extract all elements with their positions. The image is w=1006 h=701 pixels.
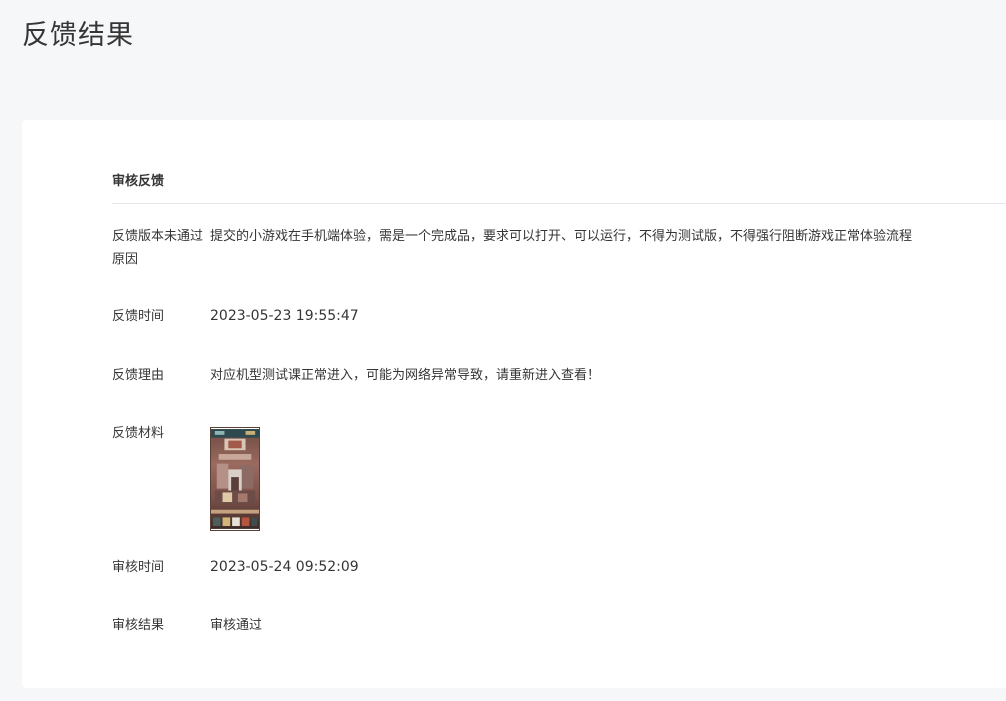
row-label-review-time: 审核时间 [112, 560, 165, 575]
row-version-reason: 反馈版本未通过原因 提交的小游戏在手机端体验，需是一个完成品，要求可以打开、可以… [112, 225, 1002, 271]
row-label-feedback-material: 反馈材料 [112, 426, 165, 441]
row-review-result: 审核结果 审核通过 [112, 614, 1002, 637]
row-value-version-reason: 提交的小游戏在手机端体验，需是一个完成品，要求可以打开、可以运行，不得为测试版，… [210, 229, 913, 244]
row-label-review-result: 审核结果 [112, 618, 165, 633]
row-feedback-material: 反馈材料 [112, 422, 1002, 531]
row-value-review-time: 2023-05-24 09:52:09 [210, 559, 359, 575]
row-value-feedback-material [210, 422, 1002, 531]
row-value-feedback-reason: 对应机型测试课正常进入，可能为网络异常导致，请重新进入查看！ [210, 368, 601, 383]
row-feedback-time: 反馈时间 2023-05-23 19:55:47 [112, 305, 1002, 328]
row-label-feedback-time: 反馈时间 [112, 309, 165, 324]
row-label-feedback-reason: 反馈理由 [112, 368, 165, 383]
row-feedback-reason: 反馈理由 对应机型测试课正常进入，可能为网络异常导致，请重新进入查看！ [112, 364, 1002, 387]
row-review-time: 审核时间 2023-05-24 09:52:09 [112, 556, 1002, 579]
row-value-feedback-time: 2023-05-23 19:55:47 [210, 308, 359, 324]
row-label-version-reason: 反馈版本未通过原因 [112, 229, 204, 267]
section-divider [112, 203, 1006, 204]
feedback-material-thumbnail[interactable] [210, 427, 260, 531]
page-title: 反馈结果 [22, 20, 134, 51]
section-title: 审核反馈 [112, 174, 165, 189]
review-feedback-card: 审核反馈 反馈版本未通过原因 提交的小游戏在手机端体验，需是一个完成品，要求可以… [22, 120, 1006, 688]
row-value-review-result: 审核通过 [210, 618, 263, 633]
